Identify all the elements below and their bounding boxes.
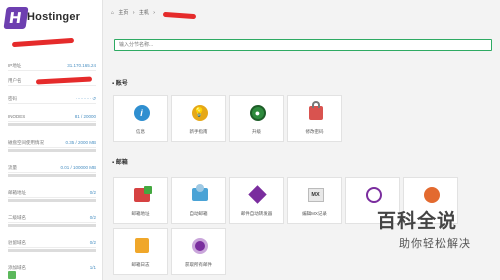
lightbulb-icon: 💡 (191, 104, 208, 121)
tile-auto-mail[interactable]: 自动邮箱 (171, 177, 226, 224)
breadcrumb: ⌂ 主页 › 主机 › (111, 10, 155, 16)
add-domain-button[interactable] (8, 271, 16, 279)
tile-mail-log[interactable]: 邮箱日志 (113, 228, 168, 275)
mail-tile-5-icon (365, 186, 382, 203)
sidebar: H Hostinger IP地址 31.170.165.24 用户名 密码 ····… (0, 0, 103, 280)
watermark: 百科全说 助你轻松解决 (377, 210, 471, 250)
section-email-heading: ▪ 邮箱 (112, 160, 128, 166)
mail-tile-6-icon (423, 186, 440, 203)
subdomain-usage-bar (8, 224, 96, 227)
redacted-domain (162, 11, 197, 20)
info-row-traffic: 流量 0.01 / 100000 MB (8, 163, 96, 177)
breadcrumb-home[interactable]: 主页 (118, 10, 128, 16)
home-icon[interactable]: ⌂ (111, 10, 114, 16)
mail-log-icon (134, 238, 149, 253)
info-row-disk: 磁盘空间使用情况 0.35 / 2000 MB (8, 138, 96, 152)
tile-forwarder[interactable]: 邮件自动转发器 (229, 177, 284, 224)
info-row-password[interactable]: 密码 ·········· ↺ (8, 94, 96, 104)
breadcrumb-host[interactable]: 主机 (139, 10, 149, 16)
section-search (114, 39, 492, 51)
info-row-email: 邮箱地址 0/2 (8, 188, 96, 202)
redacted-username (11, 37, 75, 48)
email-address-icon (133, 185, 152, 202)
tile-info[interactable]: i 信息 (113, 95, 168, 142)
tile-mx-record[interactable]: MX 编辑MX记录 (287, 177, 342, 224)
section-search-input[interactable] (115, 40, 491, 50)
mx-record-icon: MX (307, 187, 324, 202)
hostinger-logo[interactable]: H Hostinger (3, 7, 93, 29)
info-row-ip: IP地址 31.170.165.24 (8, 61, 96, 71)
tile-change-password[interactable]: 修改密码 (287, 95, 342, 142)
info-row-inodes: INODES 81 / 20000 (8, 112, 96, 126)
email-tiles-row2: 邮箱日志 获取所有邮件 (113, 228, 226, 275)
traffic-usage-bar (8, 174, 96, 177)
auto-mail-icon (191, 184, 208, 201)
disk-usage-bar (8, 149, 96, 152)
email-usage-bar (8, 199, 96, 202)
tile-fetch-mail[interactable]: 获取所有邮件 (171, 228, 226, 275)
account-tiles: i 信息 💡 新手指南 ● 升级 修改密码 (113, 95, 342, 142)
lock-icon (308, 100, 323, 120)
upgrade-icon: ● (249, 104, 266, 121)
info-row-subdomain: 二级域名 0/2 (8, 213, 96, 227)
info-row-addon: 添加域名 1/1 (8, 265, 96, 270)
info-row-parked: 驻留域名 0/2 (8, 238, 96, 252)
brand-name: Hostinger (27, 11, 81, 23)
forwarder-icon (248, 185, 267, 204)
tile-upgrade[interactable]: ● 升级 (229, 95, 284, 142)
tile-email-address[interactable]: 邮箱地址 (113, 177, 168, 224)
main-panel: ⌂ 主页 › 主机 › ▪ 账号 i 信息 💡 新手指南 ● 升级 修改密码 ▪… (103, 0, 500, 280)
info-icon: i (133, 104, 150, 121)
tile-getting-started[interactable]: 💡 新手指南 (171, 95, 226, 142)
inodes-usage-bar (8, 123, 96, 126)
fetch-mail-icon (191, 237, 208, 254)
hostinger-logo-mark: H (3, 7, 29, 29)
parked-usage-bar (8, 249, 96, 252)
section-account-heading: ▪ 账号 (112, 81, 128, 87)
